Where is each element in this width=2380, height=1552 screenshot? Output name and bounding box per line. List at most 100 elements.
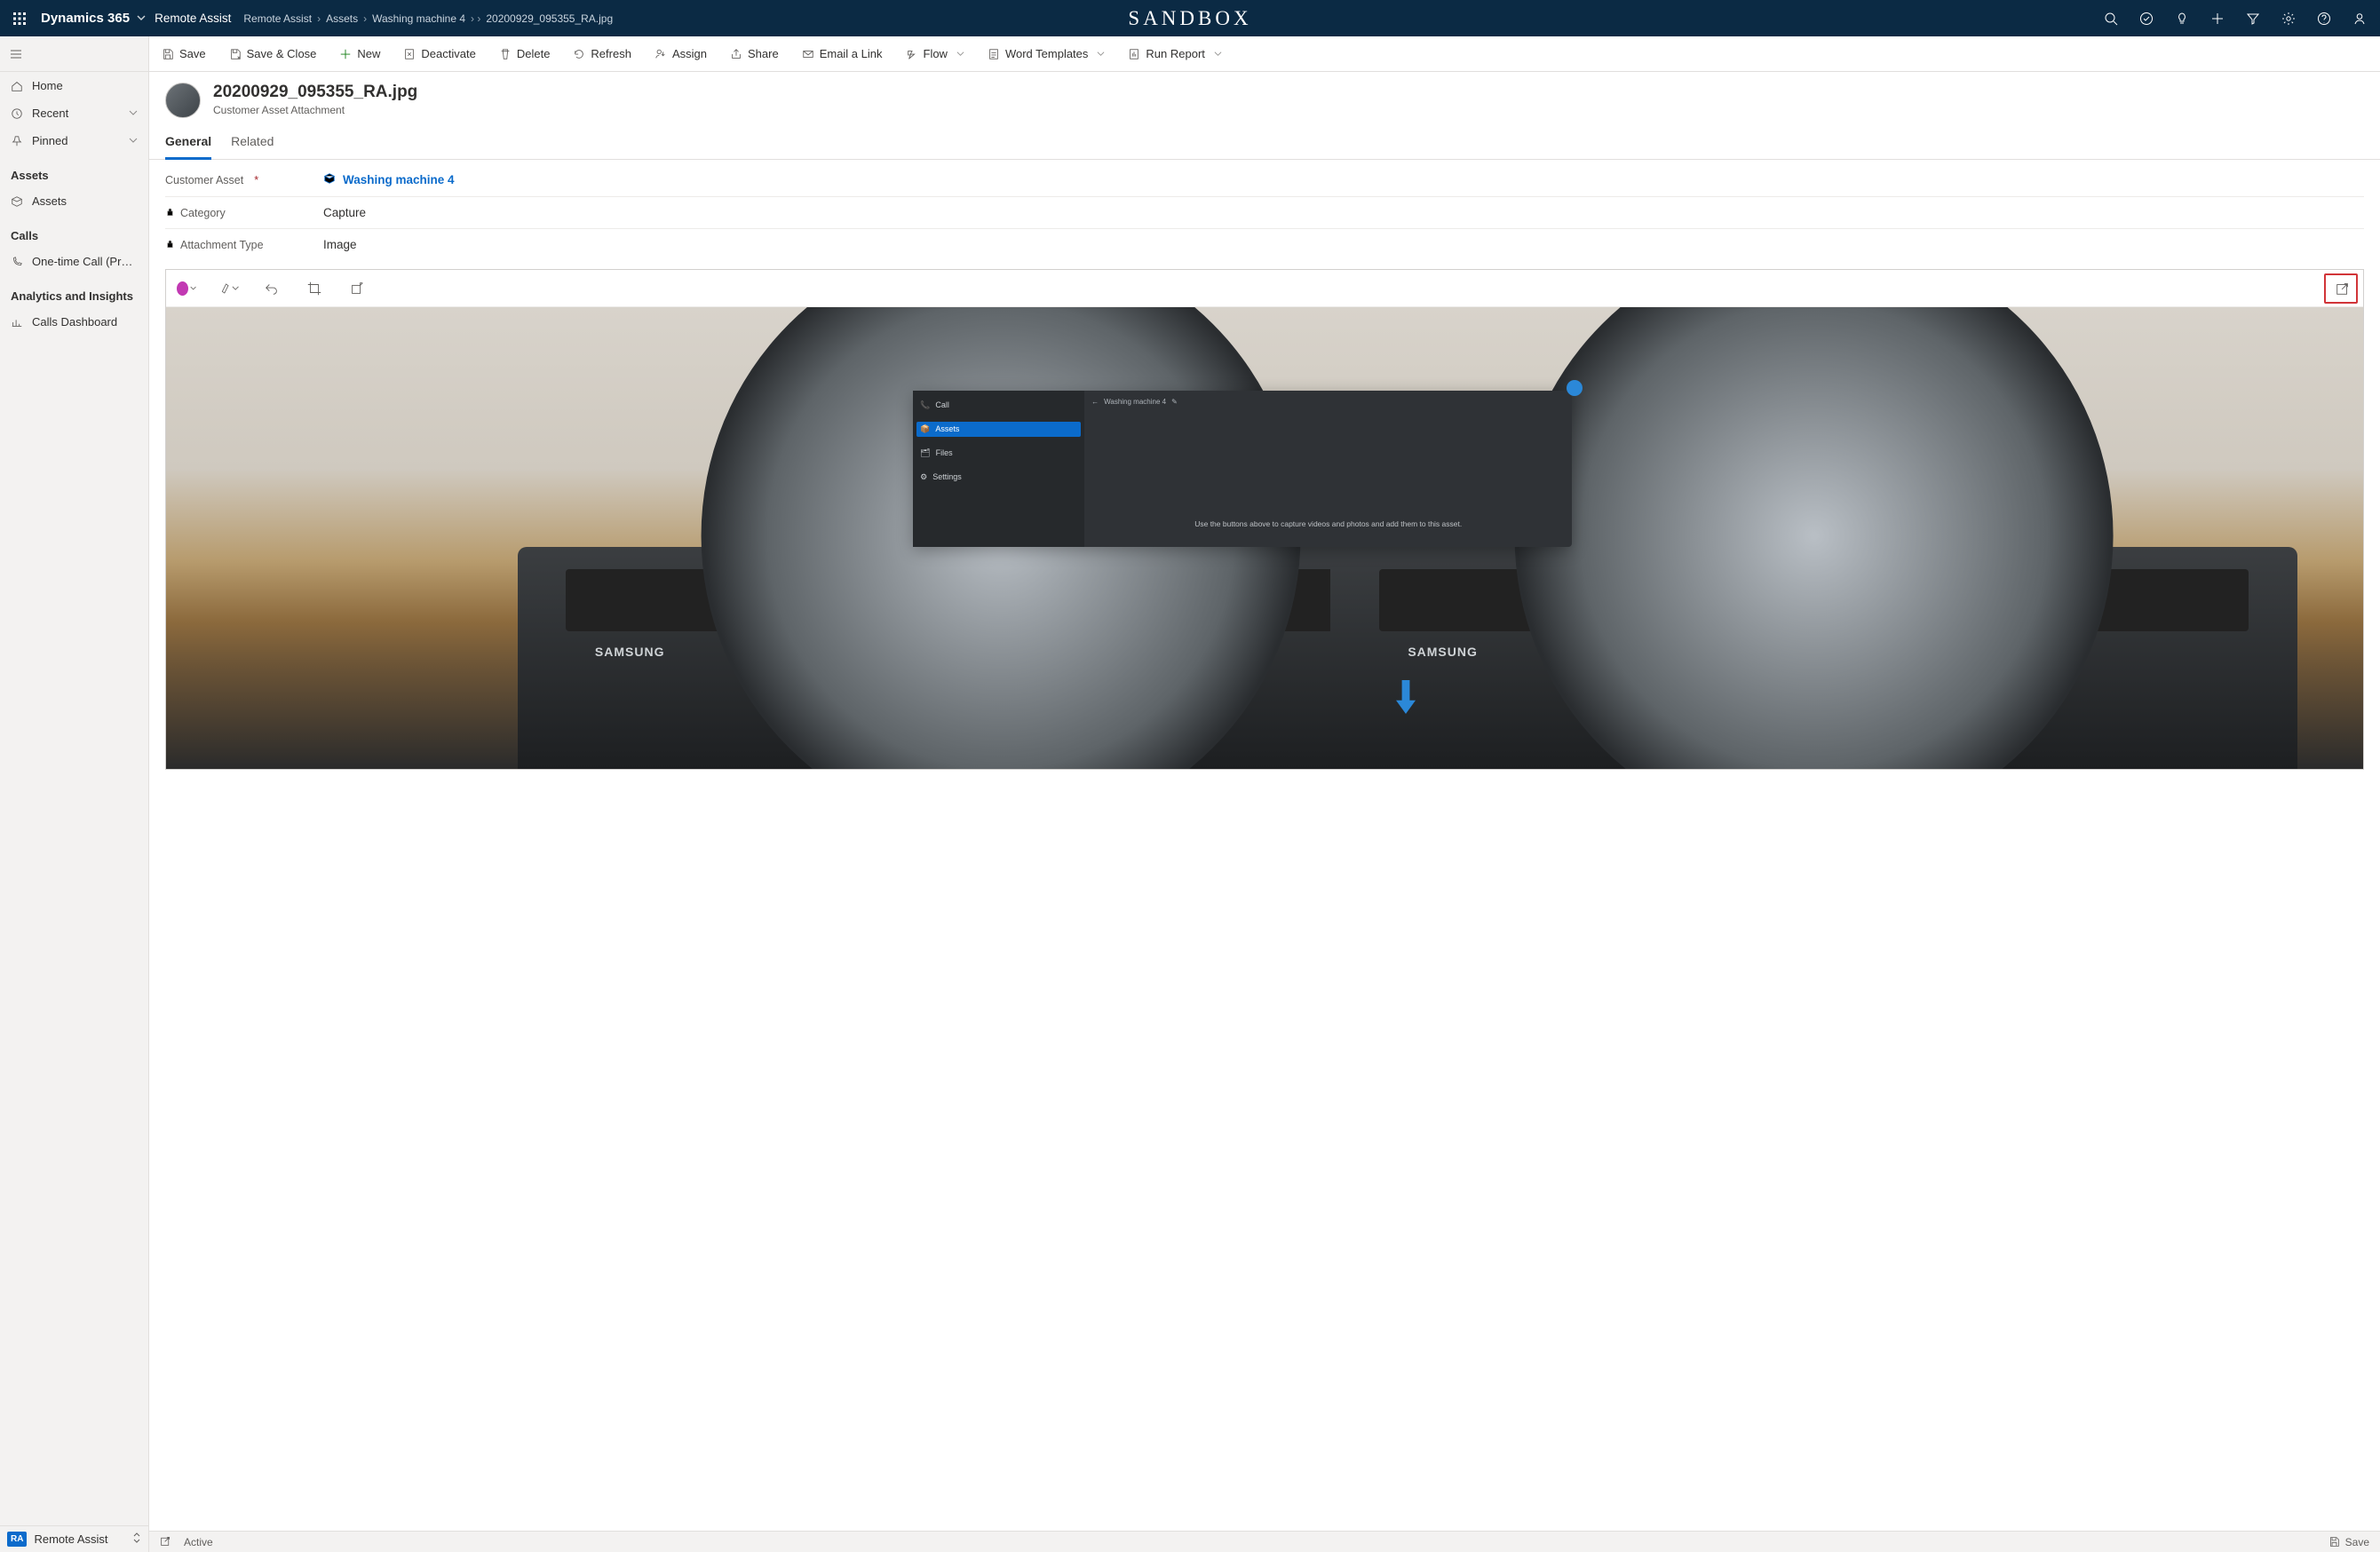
nav-group-label: Analytics and Insights: [11, 289, 133, 303]
record-thumbnail: [165, 83, 201, 118]
status-bar: Active Save: [149, 1531, 2380, 1552]
mr-nav-call: 📞Call: [916, 398, 1081, 413]
nav-label: Pinned: [32, 134, 120, 147]
field-row-category: Category Capture: [165, 197, 2364, 229]
breadcrumb: Remote Assist› Assets› Washing machine 4…: [243, 12, 613, 25]
search-icon[interactable]: [2103, 11, 2119, 27]
new-button[interactable]: New: [334, 44, 385, 64]
nav-group-assets: Assets: [0, 154, 148, 187]
updown-icon[interactable]: [132, 1532, 141, 1547]
global-navbar: Dynamics 365 Remote Assist Remote Assist…: [0, 0, 2380, 36]
word-templates-button[interactable]: Word Templates: [982, 44, 1110, 64]
chevron-down-icon[interactable]: [129, 107, 138, 120]
popout-icon[interactable]: [160, 1535, 171, 1549]
hamburger-icon[interactable]: [0, 36, 148, 72]
refresh-button[interactable]: Refresh: [567, 44, 637, 64]
customer-asset-lookup[interactable]: Washing machine 4: [307, 172, 455, 187]
chevron-down-icon[interactable]: [129, 134, 138, 147]
highlighter-tool[interactable]: [219, 279, 239, 298]
mr-nav-files: 🗂Files: [916, 446, 1081, 461]
breadcrumb-item[interactable]: 20200929_095355_RA.jpg: [486, 12, 613, 25]
nav-group-label: Assets: [11, 169, 49, 182]
area-badge: RA: [7, 1532, 27, 1547]
nav-group-analytics: Analytics and Insights: [0, 275, 148, 308]
undo-icon[interactable]: [262, 279, 282, 298]
attachment-image[interactable]: SAMSUNG SAMSUNG 📞Call 📦Assets 🗂Files ⚙Se…: [166, 307, 2363, 769]
help-icon[interactable]: [2316, 11, 2332, 27]
breadcrumb-item[interactable]: Washing machine 4: [372, 12, 465, 25]
nav-group-calls: Calls: [0, 215, 148, 248]
field-label: Attachment Type: [180, 239, 264, 251]
environment-badge: SANDBOX: [1128, 7, 1251, 30]
delete-button[interactable]: Delete: [494, 44, 556, 64]
nav-label: Home: [32, 79, 138, 92]
record-header: 20200929_095355_RA.jpg Customer Asset At…: [149, 72, 2380, 122]
mr-nav-assets: 📦Assets: [916, 422, 1081, 437]
task-check-icon[interactable]: [2138, 11, 2154, 27]
tab-general[interactable]: General: [165, 129, 211, 160]
image-toolbar: [166, 270, 2363, 307]
brand-label[interactable]: Dynamics 365: [41, 11, 130, 26]
nav-label: Recent: [32, 107, 120, 120]
site-map: Home Recent Pinned Assets Assets Calls O…: [0, 36, 149, 1552]
form-tabs: General Related: [149, 122, 2380, 160]
field-row-attachment-type: Attachment Type Image: [165, 229, 2364, 260]
crop-icon[interactable]: [305, 279, 324, 298]
nav-group-label: Calls: [11, 229, 38, 242]
required-asterisk: *: [254, 174, 258, 186]
washing-machine: SAMSUNG: [1330, 547, 2297, 769]
save-close-button[interactable]: Save & Close: [224, 44, 322, 64]
gear-icon[interactable]: [2281, 11, 2297, 27]
save-button[interactable]: Save: [156, 44, 211, 64]
field-label: Category: [180, 207, 226, 219]
plus-icon[interactable]: [2209, 11, 2225, 27]
nav-pinned[interactable]: Pinned: [0, 127, 148, 154]
area-label: Remote Assist: [34, 1532, 107, 1546]
mixed-reality-panel: 📞Call 📦Assets 🗂Files ⚙Settings ←Washing …: [913, 391, 1572, 548]
lightbulb-icon[interactable]: [2174, 11, 2190, 27]
lock-icon: [165, 239, 175, 251]
app-name[interactable]: Remote Assist: [155, 12, 231, 25]
chevron-down-icon[interactable]: [137, 12, 146, 25]
nav-calls-dashboard[interactable]: Calls Dashboard: [0, 308, 148, 336]
filter-icon[interactable]: [2245, 11, 2261, 27]
user-icon[interactable]: [2352, 11, 2368, 27]
color-picker[interactable]: [177, 279, 196, 298]
share-button[interactable]: Share: [725, 44, 784, 64]
link-icon: [323, 172, 336, 187]
field-label: Customer Asset: [165, 174, 243, 186]
nav-label: Assets: [32, 194, 138, 208]
area-switcher[interactable]: RA Remote Assist: [0, 1525, 148, 1552]
command-bar: Save Save & Close New Deactivate Delete …: [149, 36, 2380, 72]
nav-label: Calls Dashboard: [32, 315, 138, 329]
run-report-button[interactable]: Run Report: [1123, 44, 1226, 64]
page-title: 20200929_095355_RA.jpg: [213, 83, 417, 102]
breadcrumb-item[interactable]: Remote Assist: [243, 12, 312, 25]
tab-related[interactable]: Related: [231, 129, 274, 159]
chevron-down-icon: [1097, 47, 1105, 60]
email-link-button[interactable]: Email a Link: [797, 44, 888, 64]
nav-assets[interactable]: Assets: [0, 187, 148, 215]
rotate-save-icon[interactable]: [347, 279, 367, 298]
assign-button[interactable]: Assign: [649, 44, 712, 64]
chevron-down-icon: [956, 47, 964, 60]
image-editor: SAMSUNG SAMSUNG 📞Call 📦Assets 🗂Files ⚙Se…: [165, 269, 2364, 770]
nav-one-time-call[interactable]: One-time Call (Previ...: [0, 248, 148, 275]
nav-home[interactable]: Home: [0, 72, 148, 99]
chevron-down-icon: [1214, 47, 1222, 60]
popout-icon[interactable]: [2333, 279, 2352, 298]
deactivate-button[interactable]: Deactivate: [398, 44, 480, 64]
attachment-type-value: Image: [307, 238, 357, 251]
category-value: Capture: [307, 206, 366, 219]
app-launcher-icon[interactable]: [7, 6, 32, 31]
breadcrumb-item[interactable]: Assets: [326, 12, 358, 25]
entity-label: Customer Asset Attachment: [213, 104, 417, 116]
mr-nav-settings: ⚙Settings: [916, 470, 1081, 485]
footer-save-button[interactable]: Save: [2328, 1536, 2369, 1548]
status-label: Active: [184, 1536, 213, 1548]
mr-empty-message: Use the buttons above to capture videos …: [1091, 519, 1565, 529]
nav-label: One-time Call (Previ...: [32, 255, 138, 268]
lock-icon: [165, 207, 175, 219]
flow-button[interactable]: Flow: [900, 44, 970, 64]
nav-recent[interactable]: Recent: [0, 99, 148, 127]
